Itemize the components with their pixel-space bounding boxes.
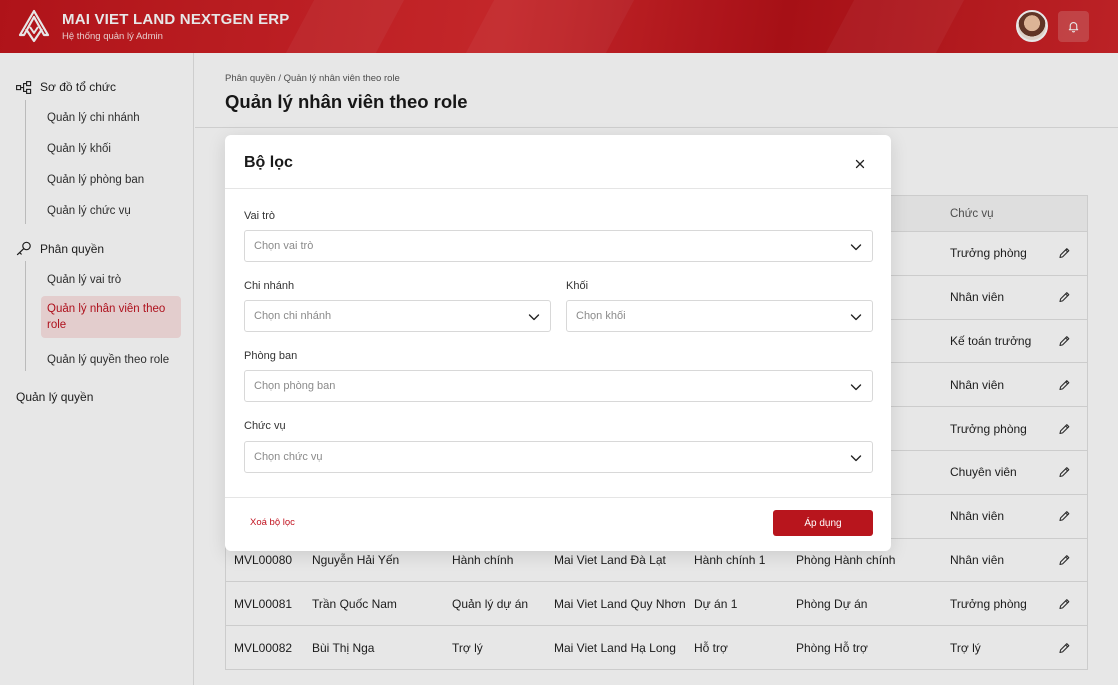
position-label: Chức vụ xyxy=(244,420,286,432)
position-placeholder: Chọn chức vụ xyxy=(254,451,323,463)
position-select[interactable]: Chọn chức vụ xyxy=(244,441,873,473)
divider xyxy=(225,497,891,498)
modal-title: Bộ lọc xyxy=(244,154,293,171)
close-button[interactable] xyxy=(851,155,869,173)
branch-select[interactable]: Chọn chi nhánh xyxy=(244,300,551,332)
divider xyxy=(225,188,891,189)
chevron-down-icon xyxy=(850,244,862,251)
chevron-down-icon xyxy=(850,455,862,462)
filter-modal: Bộ lọc Vai trò Chọn vai trò Chi nhánh Ch… xyxy=(225,135,891,551)
block-placeholder: Chọn khối xyxy=(576,310,626,322)
branch-placeholder: Chọn chi nhánh xyxy=(254,310,332,322)
role-select[interactable]: Chọn vai trò xyxy=(244,230,873,262)
block-select[interactable]: Chọn khối xyxy=(566,300,873,332)
role-label: Vai trò xyxy=(244,210,275,222)
chevron-down-icon xyxy=(850,314,862,321)
chevron-down-icon xyxy=(528,314,540,321)
branch-label: Chi nhánh xyxy=(244,280,295,292)
block-label: Khối xyxy=(566,280,589,292)
close-icon xyxy=(855,159,865,169)
chevron-down-icon xyxy=(850,384,862,391)
department-placeholder: Chọn phòng ban xyxy=(254,380,336,392)
department-select[interactable]: Chọn phòng ban xyxy=(244,370,873,402)
department-label: Phòng ban xyxy=(244,350,298,362)
clear-filter-button[interactable]: Xoá bộ lọc xyxy=(250,517,295,528)
apply-button[interactable]: Áp dụng xyxy=(773,510,873,536)
role-placeholder: Chọn vai trò xyxy=(254,240,314,252)
